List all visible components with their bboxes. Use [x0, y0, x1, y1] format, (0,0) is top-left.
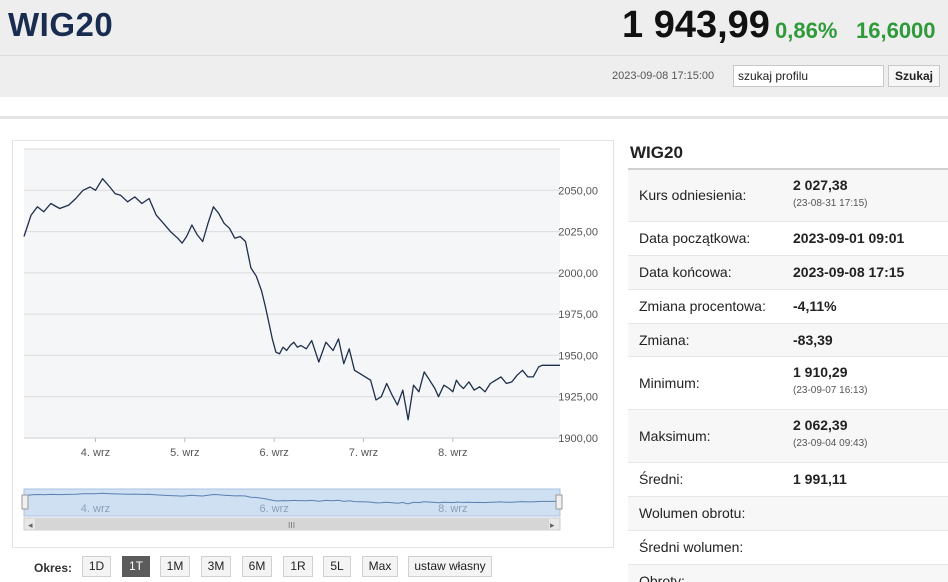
period-button[interactable]: 6M — [242, 556, 272, 577]
stats-value: 2 062,39 — [793, 417, 848, 433]
navigator-tick-label: 8. wrz — [438, 503, 467, 515]
navigator-tick-label: 6. wrz — [259, 503, 288, 515]
change-percent: 0,86% — [775, 18, 838, 43]
quote-header: WIG20 1 943,99 0,86% 16,6000 2023-09-08 … — [0, 0, 948, 97]
period-button[interactable]: 5L — [323, 556, 351, 577]
x-tick-label: 7. wrz — [349, 447, 378, 459]
period-button[interactable]: Max — [362, 556, 398, 577]
navigator-right-handle[interactable] — [555, 494, 563, 510]
scroll-left-icon[interactable]: ◂ — [28, 521, 33, 531]
stats-label: Data końcowa: — [639, 264, 732, 280]
stats-row: Minimum: 1 910,29 (23-09-07 16:13) — [628, 357, 948, 410]
x-tick-label: 8. wrz — [438, 447, 467, 459]
stats-label: Wolumen obrotu: — [639, 505, 746, 521]
navigator-tick-label: 4. wrz — [81, 503, 110, 515]
scrollbar-grip-icon[interactable]: III — [288, 521, 295, 530]
index-name: WIG20 — [8, 6, 114, 43]
x-tick-label: 4. wrz — [81, 447, 110, 459]
stats-label: Zmiana procentowa: — [639, 298, 766, 314]
search-button[interactable]: Szukaj — [888, 65, 940, 87]
stats-row: Data końcowa: 2023-09-08 17:15 — [628, 256, 948, 290]
stats-row: Data początkowa: 2023-09-01 09:01 — [628, 222, 948, 256]
stats-row: Maksimum: 2 062,39 (23-09-04 09:43) — [628, 410, 948, 463]
stats-row: Obroty: — [628, 565, 948, 582]
stats-row: Zmiana procentowa: -4,11% — [628, 290, 948, 324]
current-price: 1 943,99 — [622, 4, 770, 46]
navigator-left-handle[interactable] — [21, 494, 29, 510]
period-button[interactable]: 1R — [283, 556, 313, 577]
stats-row: Średni wolumen: — [628, 531, 948, 565]
okres-label: Okres: — [34, 561, 73, 575]
stats-label: Kurs odniesienia: — [639, 187, 747, 203]
y-tick-label: 1975,00 — [558, 309, 598, 321]
profile-search-input[interactable] — [733, 65, 884, 87]
stats-subvalue: (23-08-31 17:15) — [793, 198, 868, 209]
plot-background — [24, 149, 560, 438]
stats-value: 2023-09-08 17:15 — [793, 264, 905, 280]
quote-timestamp: 2023-09-08 17:15:00 — [612, 70, 715, 82]
price-chart[interactable]: 2050,00 2025,00 2000,00 1975,00 1950,00 1925,… — [13, 141, 615, 549]
period-button[interactable]: ustaw własny — [408, 556, 492, 577]
x-tick-label: 6. wrz — [259, 447, 288, 459]
stats-value: 2023-09-01 09:01 — [793, 230, 905, 246]
scroll-right-icon[interactable]: ▸ — [550, 521, 555, 531]
chart-panel: 2050,00 2025,00 2000,00 1975,00 1950,00 1925,… — [12, 140, 614, 548]
stats-subvalue: (23-09-04 09:43) — [793, 438, 868, 449]
stats-row: Średni: 1 991,11 — [628, 463, 948, 497]
y-tick-label: 2025,00 — [558, 227, 598, 239]
stats-row: Kurs odniesienia: 2 027,38 (23-08-31 17:15… — [628, 170, 948, 222]
period-button[interactable]: 1M — [160, 556, 190, 577]
stats-title: WIG20 — [630, 143, 683, 162]
stats-row: Wolumen obrotu: — [628, 497, 948, 531]
y-tick-label: 2050,00 — [558, 185, 598, 197]
y-tick-label: 1925,00 — [558, 392, 598, 404]
stats-label: Średni: — [639, 471, 684, 487]
stats-label: Średni wolumen: — [639, 539, 744, 555]
stats-value: 1 991,11 — [793, 471, 847, 487]
stats-label: Minimum: — [639, 374, 700, 391]
stats-label: Zmiana: — [639, 331, 690, 348]
stats-value: -4,11% — [793, 298, 837, 314]
period-button[interactable]: 1D — [82, 556, 111, 577]
stats-row: Zmiana: -83,39 — [628, 324, 948, 357]
stats-label: Maksimum: — [639, 427, 711, 444]
stats-value: 2 027,38 — [793, 177, 848, 193]
y-tick-label: 1950,00 — [558, 350, 598, 362]
stats-label: Data początkowa: — [639, 230, 751, 246]
y-tick-label: 2000,00 — [558, 268, 598, 280]
stats-value: -83,39 — [793, 331, 833, 348]
header-divider — [0, 55, 948, 56]
y-tick-label: 1900,00 — [558, 433, 598, 445]
x-tick-label: 5. wrz — [170, 447, 199, 459]
period-button[interactable]: 1T — [122, 556, 150, 577]
stats-value: 1 910,29 — [793, 364, 848, 380]
stats-label: Obroty: — [639, 573, 685, 582]
change-absolute: 16,6000 — [856, 18, 936, 43]
stats-subvalue: (23-09-07 16:13) — [793, 385, 868, 396]
period-button[interactable]: 3M — [201, 556, 231, 577]
section-divider — [0, 116, 948, 119]
